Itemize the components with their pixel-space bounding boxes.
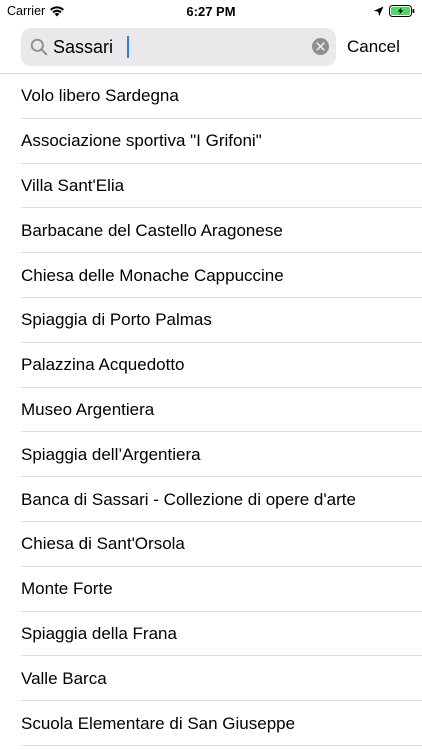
- status-time: 6:27 PM: [186, 3, 236, 19]
- wifi-icon: [49, 5, 65, 17]
- clear-icon[interactable]: [312, 38, 329, 55]
- list-item[interactable]: Associazione sportiva "I Grifoni": [0, 119, 422, 164]
- list-item[interactable]: Scuola Elementare di San Giuseppe: [0, 701, 422, 746]
- screen: Carrier 6:27 PM Sassari Cancel Volo libe…: [0, 0, 422, 750]
- list-item[interactable]: Villa Sant'Elia: [0, 164, 422, 209]
- search-input[interactable]: [53, 32, 293, 62]
- list-item[interactable]: Spiaggia di Porto Palmas: [0, 298, 422, 343]
- status-left: Carrier: [7, 4, 147, 18]
- battery-charging-icon: [389, 5, 415, 17]
- list-item[interactable]: Banca di Sassari - Collezione di opere d…: [0, 477, 422, 522]
- search-field[interactable]: [21, 28, 336, 66]
- status-right: [275, 5, 415, 17]
- list-item[interactable]: Barbacane del Castello Aragonese: [0, 208, 422, 253]
- list-item[interactable]: Monte Forte: [0, 567, 422, 612]
- list-item[interactable]: Volo libero Sardegna: [0, 74, 422, 119]
- list-item[interactable]: Spiaggia dell’Argentiera: [0, 432, 422, 477]
- text-cursor: [127, 36, 129, 58]
- results-list: Volo libero Sardegna Associazione sporti…: [0, 74, 422, 746]
- list-item[interactable]: Museo Argentiera: [0, 388, 422, 433]
- status-bar: Carrier 6:27 PM: [0, 0, 422, 22]
- list-item[interactable]: Palazzina Acquedotto: [0, 343, 422, 388]
- search-icon: [30, 38, 48, 56]
- list-item[interactable]: Valle Barca: [0, 656, 422, 701]
- list-item[interactable]: Spiaggia della Frana: [0, 612, 422, 657]
- cancel-button[interactable]: Cancel: [347, 28, 400, 66]
- list-item[interactable]: Chiesa delle Monache Cappuccine: [0, 253, 422, 298]
- location-arrow-icon: [373, 6, 384, 17]
- carrier-label: Carrier: [7, 4, 46, 18]
- list-item[interactable]: Chiesa di Sant'Orsola: [0, 522, 422, 567]
- search-row: Cancel: [0, 28, 422, 66]
